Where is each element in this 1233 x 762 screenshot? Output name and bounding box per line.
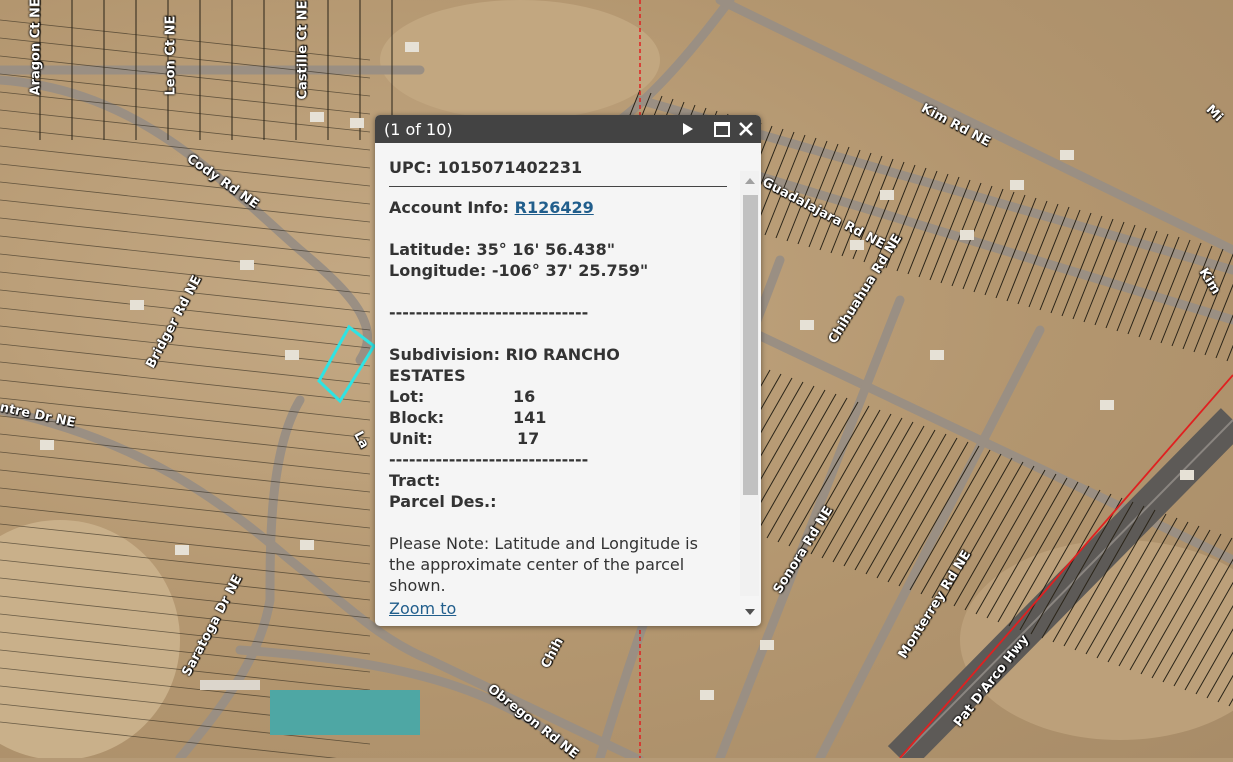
- parcel-line: [865, 433, 947, 575]
- latitude-value: 35° 16' 56.438": [476, 240, 616, 259]
- divider: [389, 186, 727, 187]
- block-row: Block: 141: [389, 407, 729, 428]
- parcel-line: [0, 73, 371, 115]
- close-icon[interactable]: [736, 119, 756, 139]
- parcel-line: [0, 469, 371, 511]
- building: [800, 320, 814, 330]
- building: [310, 112, 324, 122]
- unit-row: Unit: 17: [389, 428, 729, 449]
- popup-header: (1 of 10): [375, 115, 761, 143]
- parcel-line: [0, 325, 371, 367]
- maximize-icon[interactable]: [712, 119, 732, 139]
- building: [960, 230, 974, 240]
- note-line-1: Please Note: Latitude and Longitude is: [389, 534, 698, 553]
- parcel-line: [0, 181, 371, 223]
- account-label: Account Info:: [389, 198, 510, 217]
- block-label: Block:: [389, 408, 445, 427]
- popup-title: (1 of 10): [384, 120, 453, 139]
- building: [405, 42, 419, 52]
- lot-label: Lot:: [389, 387, 425, 406]
- building: [175, 545, 189, 555]
- upc-value: 1015071402231: [437, 158, 583, 177]
- upc-row: UPC: 1015071402231: [389, 157, 729, 178]
- parcel-line: [0, 361, 371, 403]
- terrain-patch: [380, 0, 660, 120]
- road: [715, 0, 1233, 255]
- parcel-info-popup: (1 of 10) UPC: 1015071402231 Account Inf…: [375, 115, 761, 626]
- building-campus: [270, 690, 420, 735]
- block-value: 141: [513, 408, 547, 427]
- building: [300, 540, 314, 550]
- building: [1180, 470, 1194, 480]
- note-line-3: shown.: [389, 576, 446, 595]
- upc-label: UPC:: [389, 158, 432, 177]
- parcel-line: [0, 343, 371, 385]
- selected-parcel-outline: [317, 324, 376, 404]
- building: [880, 190, 894, 200]
- scroll-down-icon[interactable]: [744, 606, 756, 618]
- building: [700, 690, 714, 700]
- parcel-line: [821, 417, 903, 559]
- unit-value: 17: [517, 429, 540, 448]
- terrain-patch: [0, 520, 180, 758]
- longitude-value: -106° 37' 25.759": [491, 261, 649, 280]
- building-campus: [200, 680, 260, 690]
- separator-2: ------------------------------: [389, 450, 589, 469]
- building: [240, 260, 254, 270]
- building: [130, 300, 144, 310]
- building: [40, 440, 54, 450]
- building: [760, 640, 774, 650]
- building: [930, 350, 944, 360]
- note-line-2: the approximate center of the parcel: [389, 555, 685, 574]
- lot-row: Lot: 16: [389, 386, 729, 407]
- subdivision-value: RIO RANCHO: [505, 345, 620, 364]
- tract-label: Tract:: [389, 471, 441, 490]
- scroll-thumb[interactable]: [743, 195, 758, 495]
- parcel-line: [0, 163, 371, 205]
- building: [1010, 180, 1024, 190]
- subdivision-value-cont: ESTATES: [389, 366, 466, 385]
- latitude-label: Latitude:: [389, 240, 471, 259]
- separator-1: ------------------------------: [389, 303, 589, 322]
- account-link[interactable]: R126429: [515, 198, 594, 217]
- longitude-row: Longitude: -106° 37' 25.759": [389, 260, 729, 281]
- parcel-line: [843, 425, 925, 567]
- subdivision-row: Subdivision: RIO RANCHO: [389, 344, 729, 365]
- account-row: Account Info: R126429: [389, 197, 729, 218]
- unit-label: Unit:: [389, 429, 433, 448]
- popup-scrollbar[interactable]: [740, 171, 759, 615]
- zoom-to-link[interactable]: Zoom to: [389, 599, 456, 618]
- road-label-leon: Leon Ct NE: [163, 15, 179, 96]
- parcel-des-label: Parcel Des.:: [389, 492, 497, 511]
- parcel-line: [0, 235, 371, 277]
- latitude-row: Latitude: 35° 16' 56.438": [389, 239, 729, 260]
- building: [285, 350, 299, 360]
- parcel-line: [788, 405, 870, 547]
- road-label-aragon: Aragon Ct NE: [28, 0, 44, 96]
- parcel-line: [0, 19, 371, 61]
- road-label-castille: Castille Ct NE: [295, 0, 311, 100]
- parcel-line: [0, 199, 371, 241]
- building: [1060, 150, 1074, 160]
- scroll-up-icon[interactable]: [744, 175, 756, 187]
- parcel-line: [0, 217, 371, 259]
- longitude-label: Longitude:: [389, 261, 487, 280]
- building: [350, 118, 364, 128]
- parcel-line: [1226, 344, 1233, 362]
- popup-content: UPC: 1015071402231 Account Info: R126429…: [389, 157, 729, 619]
- popup-body[interactable]: UPC: 1015071402231 Account Info: R126429…: [375, 143, 761, 626]
- lot-value: 16: [513, 387, 536, 406]
- building: [1100, 400, 1114, 410]
- parcel-line: [0, 433, 371, 475]
- subdivision-label: Subdivision:: [389, 345, 501, 364]
- play-icon[interactable]: [677, 119, 697, 139]
